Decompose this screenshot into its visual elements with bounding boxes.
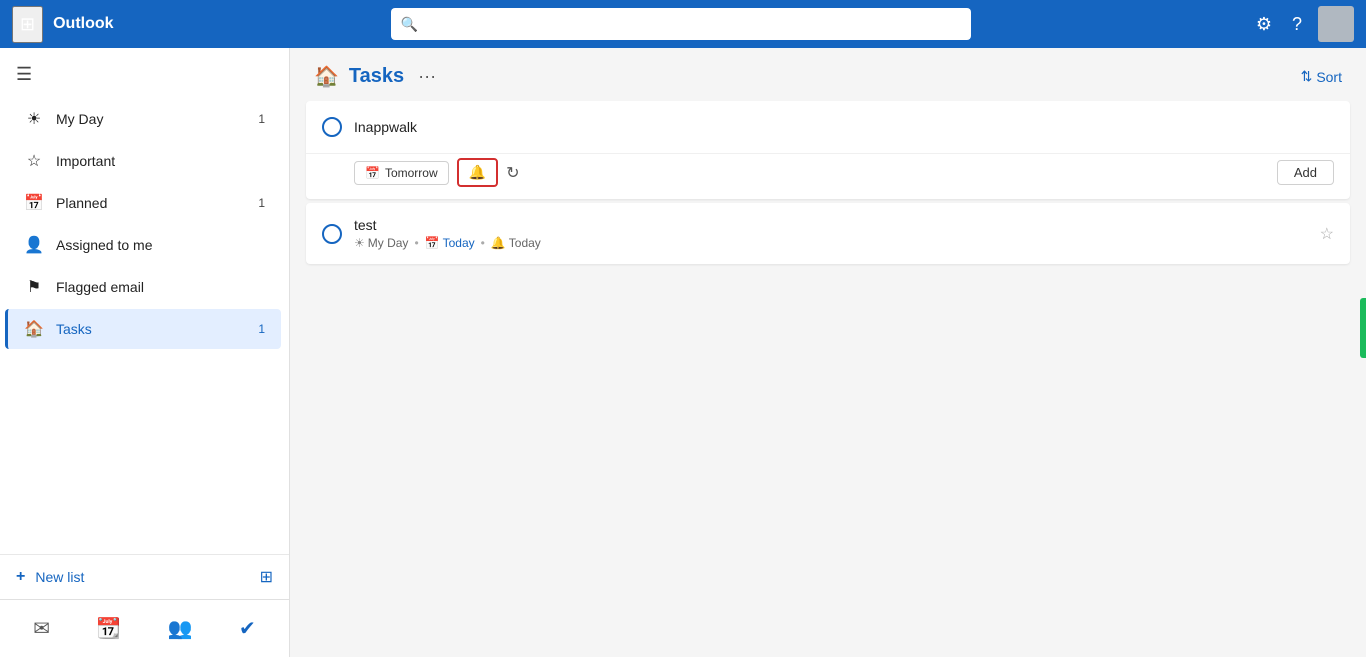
sidebar-label-my-day: My Day <box>56 111 246 127</box>
more-options-button[interactable]: ··· <box>418 66 436 87</box>
plus-icon: + <box>16 568 25 586</box>
waffle-menu-button[interactable]: ⊞ <box>12 6 43 43</box>
person-icon: 👤 <box>24 235 44 255</box>
myday-meta-text: My Day <box>368 236 409 250</box>
task-complete-circle-test[interactable] <box>322 224 342 244</box>
sidebar-label-planned: Planned <box>56 195 246 211</box>
content-area: 🏠 Tasks ··· ⇅ Sort Inappwalk 📅 Tomorrow <box>290 48 1366 657</box>
bell-chip[interactable]: 🔔 <box>457 158 498 187</box>
nav-people-button[interactable]: 👥 <box>162 610 199 647</box>
avatar[interactable] <box>1318 6 1354 42</box>
sidebar-badge-planned: 1 <box>258 196 265 210</box>
sidebar-label-tasks: Tasks <box>56 321 246 337</box>
topbar-actions: ⚙ ? <box>1248 6 1354 42</box>
task-inappwalk-main: Inappwalk <box>306 101 1350 153</box>
calendar-icon: 📅 <box>24 193 44 213</box>
task-card-test: test ☀ My Day • 📅 Today • <box>306 203 1350 264</box>
search-input[interactable] <box>426 16 961 32</box>
task-title-test: test <box>354 217 1308 233</box>
dot-2: • <box>481 236 485 250</box>
sidebar-item-flagged-email[interactable]: ⚑ Flagged email <box>8 267 281 307</box>
task-title-inappwalk: Inappwalk <box>354 119 1334 135</box>
add-button[interactable]: Add <box>1277 160 1334 185</box>
task-complete-circle-inappwalk[interactable] <box>322 117 342 137</box>
task-test-info: test ☀ My Day • 📅 Today • <box>354 217 1308 250</box>
dot-1: • <box>414 236 418 250</box>
new-list-footer: + New list ⊞ <box>0 554 289 599</box>
meta-myday: ☀ My Day <box>354 236 408 250</box>
sort-icon: ⇅ <box>1301 68 1313 85</box>
task-test-main: test ☀ My Day • 📅 Today • <box>306 203 1350 264</box>
search-icon: 🔍 <box>401 16 418 33</box>
sidebar-bottom-nav: ✉ 📆 👥 ✔ <box>0 599 289 657</box>
sort-label: Sort <box>1316 69 1342 85</box>
tomorrow-chip[interactable]: 📅 Tomorrow <box>354 161 449 185</box>
main-area: ☰ ☀ My Day 1 ☆ Important 📅 Planned 1 <box>0 48 1366 657</box>
due-meta-text: Today <box>443 236 475 250</box>
sidebar-item-tasks[interactable]: 🏠 Tasks 1 <box>5 309 281 349</box>
content-home-icon: 🏠 <box>314 64 339 89</box>
nav-calendar-button[interactable]: 📆 <box>90 610 127 647</box>
sidebar-item-planned[interactable]: 📅 Planned 1 <box>8 183 281 223</box>
new-list-icon[interactable]: ⊞ <box>260 567 273 587</box>
calendar-chip-icon: 📅 <box>365 166 380 180</box>
sidebar-item-my-day[interactable]: ☀ My Day 1 <box>8 99 281 139</box>
sun-icon: ☀ <box>24 109 44 129</box>
right-accent-bar <box>1360 298 1366 358</box>
settings-button[interactable]: ⚙ <box>1248 8 1280 41</box>
search-box: 🔍 <box>391 8 971 40</box>
task-inappwalk-sub: 📅 Tomorrow 🔔 ↻ Add <box>306 153 1350 199</box>
task-list: Inappwalk 📅 Tomorrow 🔔 ↻ Add <box>290 101 1366 657</box>
meta-reminder: 🔔 Today <box>491 236 541 250</box>
sidebar-nav: ☀ My Day 1 ☆ Important 📅 Planned 1 👤 Ass… <box>0 97 289 546</box>
app-title: Outlook <box>53 15 113 33</box>
nav-mail-button[interactable]: ✉ <box>27 610 56 647</box>
recur-icon[interactable]: ↻ <box>506 163 519 183</box>
flag-icon: ⚑ <box>24 277 44 297</box>
content-header: 🏠 Tasks ··· ⇅ Sort <box>290 48 1366 101</box>
sidebar-toggle-area: ☰ <box>0 56 289 93</box>
sidebar-label-flagged: Flagged email <box>56 279 253 295</box>
sun-meta-icon: ☀ <box>354 236 365 250</box>
sidebar: ☰ ☀ My Day 1 ☆ Important 📅 Planned 1 <box>0 48 290 657</box>
sort-button[interactable]: ⇅ Sort <box>1301 68 1342 85</box>
bell-icon: 🔔 <box>469 164 486 181</box>
page-title: Tasks <box>349 65 404 88</box>
task-card-inappwalk: Inappwalk 📅 Tomorrow 🔔 ↻ Add <box>306 101 1350 199</box>
sidebar-label-assigned: Assigned to me <box>56 237 253 253</box>
new-list-label[interactable]: New list <box>35 569 249 585</box>
help-button[interactable]: ? <box>1284 8 1310 41</box>
nav-tasks-button[interactable]: ✔ <box>233 610 262 647</box>
sidebar-badge-my-day: 1 <box>258 112 265 126</box>
sidebar-label-important: Important <box>56 153 253 169</box>
topbar: ⊞ Outlook 🔍 ⚙ ? <box>0 0 1366 48</box>
tomorrow-label: Tomorrow <box>385 166 438 180</box>
meta-due: 📅 Today <box>425 236 475 250</box>
sidebar-item-assigned-to-me[interactable]: 👤 Assigned to me <box>8 225 281 265</box>
sidebar-item-important[interactable]: ☆ Important <box>8 141 281 181</box>
home-icon: 🏠 <box>24 319 44 339</box>
star-icon: ☆ <box>24 151 44 171</box>
bell-meta-icon: 🔔 <box>491 236 506 250</box>
sidebar-badge-tasks: 1 <box>258 322 265 336</box>
reminder-meta-text: Today <box>509 236 541 250</box>
cal-meta-icon: 📅 <box>425 236 440 250</box>
star-button-test[interactable]: ☆ <box>1320 224 1334 244</box>
task-test-meta: ☀ My Day • 📅 Today • 🔔 Today <box>354 236 1308 250</box>
sidebar-toggle-button[interactable]: ☰ <box>16 64 32 85</box>
